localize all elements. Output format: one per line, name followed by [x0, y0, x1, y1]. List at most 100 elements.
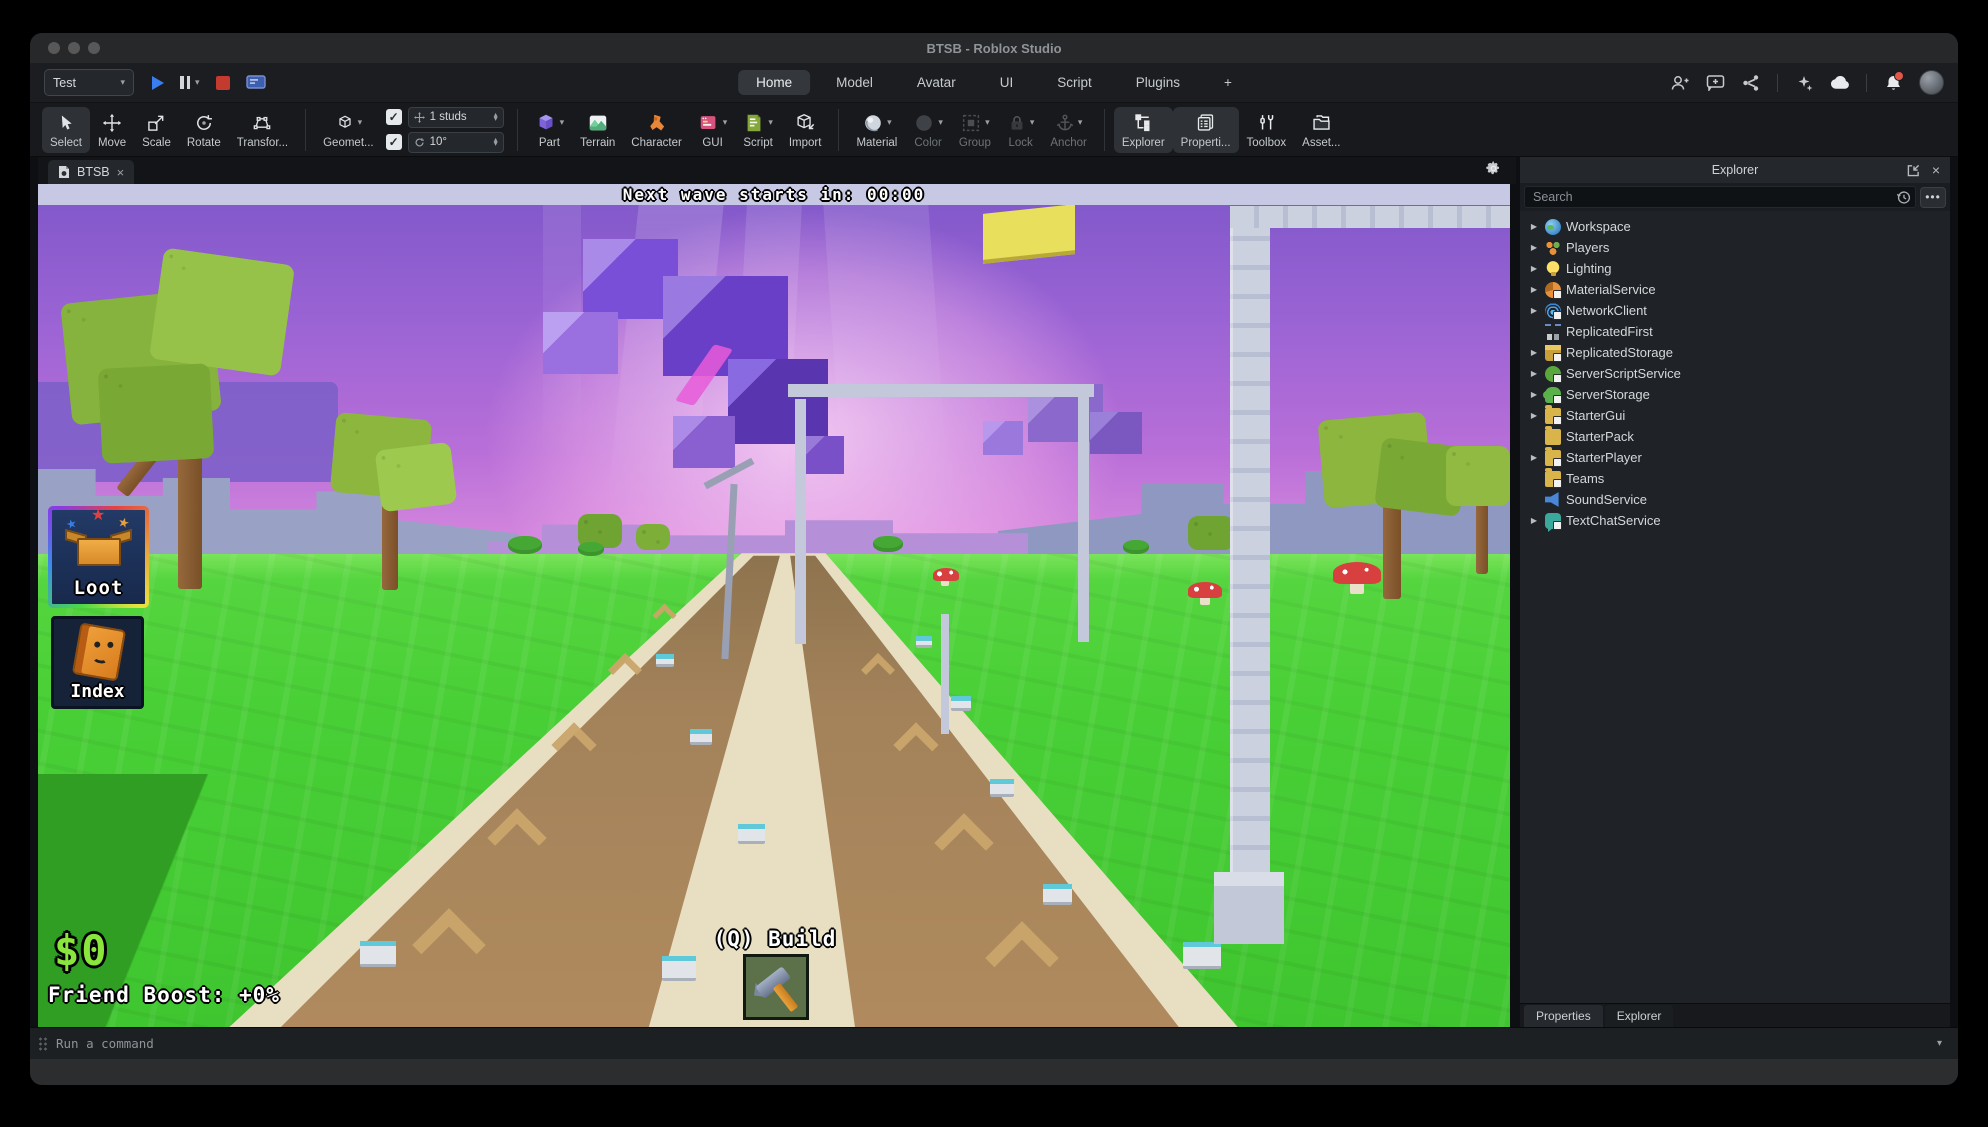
- pause-button[interactable]: ▾: [180, 76, 200, 89]
- share-button[interactable]: [1741, 73, 1761, 93]
- tree-item-teams[interactable]: Teams: [1520, 468, 1950, 489]
- snap-move-checkbox[interactable]: ✓: [386, 109, 402, 125]
- game-viewport[interactable]: Next wave starts in: 00:00 ★ ★ ★ Loot: [38, 184, 1510, 1027]
- collaborate-button[interactable]: [1669, 73, 1689, 93]
- tree-item-workspace[interactable]: ▶ Workspace: [1520, 216, 1950, 237]
- notifications-button[interactable]: [1883, 73, 1903, 93]
- explorer-search-field[interactable]: [1524, 186, 1916, 208]
- properties-toggle-button[interactable]: Properti...: [1173, 107, 1239, 153]
- snap-rotate-stepper[interactable]: 10° ▴▾: [408, 132, 504, 153]
- scale-tool-button[interactable]: Scale: [134, 107, 179, 153]
- lock-button[interactable]: ▾ Lock: [999, 107, 1043, 153]
- undock-icon[interactable]: [1907, 164, 1920, 177]
- import-button[interactable]: Import: [781, 107, 830, 153]
- expand-arrow-icon[interactable]: ▶: [1528, 243, 1540, 252]
- bottom-tab-properties[interactable]: Properties: [1524, 1005, 1603, 1027]
- tree-item-replicatedfirst[interactable]: ReplicatedFirst: [1520, 321, 1950, 342]
- tree-item-serverstorage[interactable]: ▶ ServerStorage: [1520, 384, 1950, 405]
- close-panel-icon[interactable]: ×: [1932, 162, 1940, 178]
- anchor-button[interactable]: ▾ Anchor: [1042, 107, 1094, 153]
- expand-arrow-icon[interactable]: ▶: [1528, 285, 1540, 294]
- snap-rotate-checkbox[interactable]: ✓: [386, 134, 402, 150]
- terrain-button[interactable]: Terrain: [572, 107, 623, 153]
- explorer-more-button[interactable]: •••: [1920, 187, 1946, 208]
- assistant-button[interactable]: [1794, 73, 1814, 93]
- cloud-sync-button[interactable]: [1830, 73, 1850, 93]
- user-avatar[interactable]: [1919, 70, 1944, 95]
- gui-button[interactable]: ▾ GUI: [690, 107, 736, 153]
- tab-model[interactable]: Model: [818, 70, 891, 95]
- tree-item-starterpack[interactable]: StarterPack: [1520, 426, 1950, 447]
- build-button[interactable]: [743, 954, 809, 1020]
- loot-button[interactable]: ★ ★ ★ Loot: [48, 506, 149, 608]
- group-button[interactable]: ▾ Group: [951, 107, 999, 153]
- index-book-icon: [72, 622, 126, 681]
- expand-arrow-icon[interactable]: ▶: [1528, 369, 1540, 378]
- expand-arrow-icon[interactable]: ▶: [1528, 390, 1540, 399]
- feedback-button[interactable]: [1705, 73, 1725, 93]
- tab-plugins[interactable]: Plugins: [1118, 70, 1198, 95]
- tab-script[interactable]: Script: [1039, 70, 1110, 95]
- script-tool-button[interactable]: ▾ Script: [735, 107, 781, 153]
- expand-arrow-icon[interactable]: ▶: [1528, 306, 1540, 315]
- toolbox-toggle-button[interactable]: Toolbox: [1239, 107, 1295, 153]
- color-button[interactable]: ▾ Color: [905, 107, 951, 153]
- tree-item-networkclient[interactable]: ▶ NetworkClient: [1520, 300, 1950, 321]
- asset-manager-button[interactable]: Asset...: [1294, 107, 1348, 153]
- drag-handle-icon[interactable]: [38, 1036, 48, 1052]
- tab-avatar[interactable]: Avatar: [899, 70, 974, 95]
- tab-ui[interactable]: UI: [982, 70, 1032, 95]
- move-tool-button[interactable]: Move: [90, 107, 134, 153]
- viewport-settings-button[interactable]: [1485, 160, 1502, 177]
- stop-button[interactable]: [216, 76, 230, 90]
- step-down-icon[interactable]: ▾: [494, 117, 498, 121]
- play-button[interactable]: [152, 76, 164, 90]
- command-bar[interactable]: ▾: [30, 1027, 1958, 1059]
- material-button[interactable]: ▾ Material: [848, 107, 905, 153]
- step-down-icon[interactable]: ▾: [494, 142, 498, 146]
- playtest-mode-select[interactable]: Test ▾: [44, 69, 134, 96]
- character-button[interactable]: Character: [623, 107, 690, 153]
- title-bar: BTSB - Roblox Studio: [30, 33, 1958, 63]
- tree-item-startergui[interactable]: ▶ StarterGui: [1520, 405, 1950, 426]
- expand-arrow-icon[interactable]: ▶: [1528, 264, 1540, 273]
- snap-move-stepper[interactable]: 1 studs ▴▾: [408, 107, 504, 128]
- expand-arrow-icon[interactable]: ▶: [1528, 222, 1540, 231]
- tab-add[interactable]: +: [1206, 70, 1250, 95]
- part-button[interactable]: ▾ Part: [527, 107, 573, 153]
- bottom-tab-explorer[interactable]: Explorer: [1605, 1005, 1674, 1027]
- close-tab-icon[interactable]: ×: [117, 165, 125, 180]
- expand-arrow-icon[interactable]: ▶: [1528, 516, 1540, 525]
- wave-timer-text: Next wave starts in: 00:00: [623, 185, 925, 204]
- tree-item-materialservice[interactable]: ▶ MaterialService: [1520, 279, 1950, 300]
- anchor-icon: [1055, 113, 1075, 133]
- index-button[interactable]: Index: [51, 616, 144, 709]
- tree-item-serverscriptservice[interactable]: ▶ ServerScriptService: [1520, 363, 1950, 384]
- expand-arrow-icon[interactable]: ▶: [1528, 348, 1540, 357]
- search-history-button[interactable]: [1891, 190, 1915, 205]
- device-emulation-button[interactable]: [246, 73, 266, 93]
- expand-arrow-icon[interactable]: ▶: [1528, 411, 1540, 420]
- expand-arrow-icon[interactable]: ▶: [1528, 453, 1540, 462]
- command-input[interactable]: [56, 1036, 1958, 1051]
- tree-item-soundservice[interactable]: SoundService: [1520, 489, 1950, 510]
- rotate-tool-button[interactable]: Rotate: [179, 107, 229, 153]
- tree-item-players[interactable]: ▶ Players: [1520, 237, 1950, 258]
- chevron-down-icon[interactable]: ▾: [1937, 1038, 1942, 1049]
- teams-icon: [1545, 471, 1561, 487]
- lock-icon: [1007, 113, 1027, 133]
- tree-item-replicatedstorage[interactable]: ▶ ReplicatedStorage: [1520, 342, 1950, 363]
- transform-tool-button[interactable]: Transfor...: [229, 107, 296, 153]
- explorer-panel-header[interactable]: Explorer ×: [1520, 157, 1950, 183]
- geometry-tool-button[interactable]: ▾ Geomet...: [315, 107, 382, 153]
- explorer-toggle-button[interactable]: Explorer: [1114, 107, 1173, 153]
- tab-home[interactable]: Home: [738, 70, 810, 95]
- tree-item-lighting[interactable]: ▶ Lighting: [1520, 258, 1950, 279]
- hammer-handle: [773, 983, 799, 1012]
- lighting-icon: [1545, 261, 1561, 277]
- tree-item-starterplayer[interactable]: ▶ StarterPlayer: [1520, 447, 1950, 468]
- explorer-search-input[interactable]: [1525, 190, 1891, 204]
- tree-item-textchatservice[interactable]: ▶ TextChatService: [1520, 510, 1950, 531]
- document-tab-btsb[interactable]: BTSB ×: [48, 160, 134, 184]
- select-tool-button[interactable]: Select: [42, 107, 90, 153]
